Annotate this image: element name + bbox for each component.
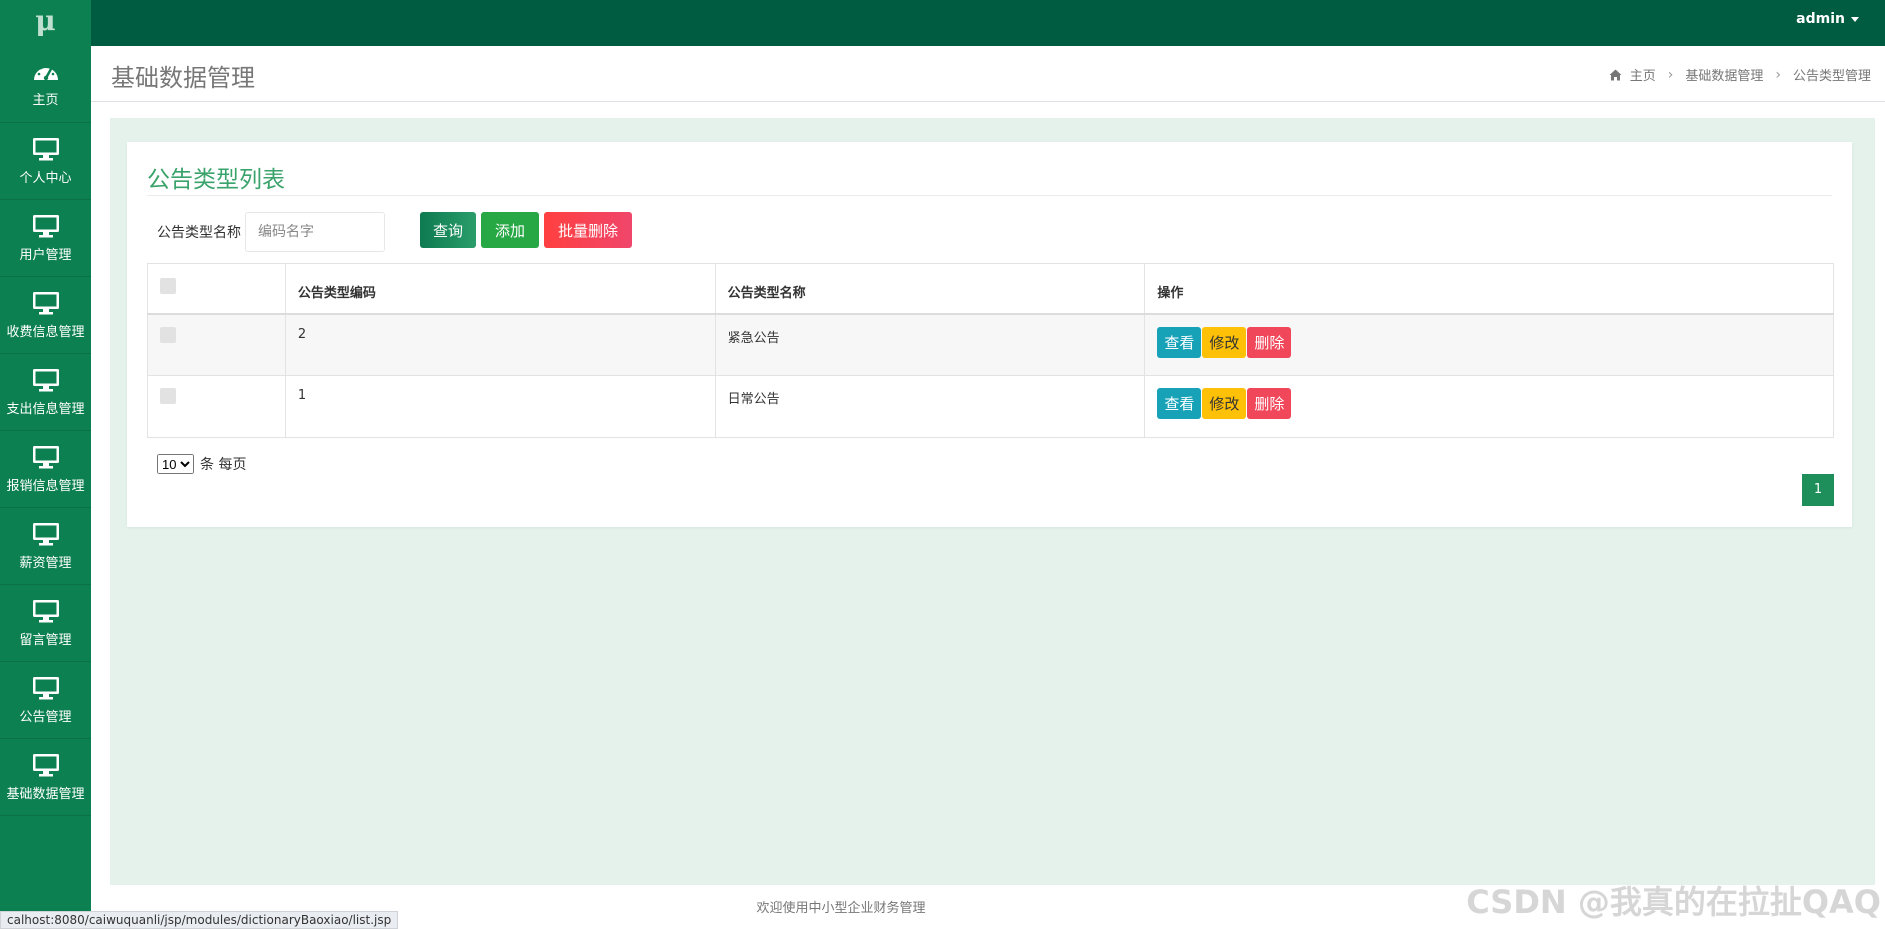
sidebar-item-label: 收费信息管理	[6, 324, 85, 340]
view-button[interactable]: 查看	[1157, 388, 1202, 419]
sidebar-item-label: 基础数据管理	[6, 786, 85, 802]
sidebar-item-messages[interactable]: 留言管理	[0, 585, 91, 662]
cell-code: 1	[284, 375, 716, 438]
chevron-right-icon: ›	[1667, 66, 1674, 83]
breadcrumb-base-data[interactable]: 基础数据管理	[1685, 65, 1763, 84]
sidebar-item-label: 支出信息管理	[6, 401, 85, 417]
view-button[interactable]: 查看	[1157, 326, 1202, 358]
sidebar-item-home[interactable]: 主页	[0, 46, 91, 123]
app-logo[interactable]: μ	[0, 0, 91, 46]
watermark: CSDN @我真的在拉扯QAQ	[1466, 883, 1881, 921]
table-header-row: 公告类型编码 公告类型名称 操作	[147, 263, 1834, 315]
sidebar: 主页 个人中心 用户管理 收费信息管理 支出信息管理 报销信息管理 薪资管理 留…	[0, 46, 91, 929]
sidebar-item-label: 公告管理	[19, 709, 72, 725]
cell-actions: 查看 修改 删除	[1144, 375, 1834, 438]
sidebar-item-charges[interactable]: 收费信息管理	[0, 277, 91, 354]
dashboard-icon	[33, 64, 58, 80]
query-button[interactable]: 查询	[420, 212, 476, 248]
breadcrumb-current: 公告类型管理	[1792, 69, 1871, 84]
pagination-page-1[interactable]: 1	[1802, 474, 1834, 506]
sidebar-item-personal-center[interactable]: 个人中心	[0, 123, 91, 200]
table-row: 1 日常公告 查看 修改 删除	[147, 375, 1834, 438]
monitor-icon	[32, 676, 59, 699]
monitor-icon	[32, 753, 59, 776]
status-bar-url: calhost:8080/caiwuquanli/jsp/modules/dic…	[0, 911, 399, 929]
footer-text: 欢迎使用中小型企业财务管理	[756, 901, 926, 916]
sidebar-item-base-data[interactable]: 基础数据管理	[0, 739, 91, 816]
row-checkbox-cell	[147, 375, 286, 438]
list-card: 公告类型列表 公告类型名称 查询 添加 批量删除 公告类型编码 公告类型名称 操…	[127, 142, 1852, 527]
cell-name: 日常公告	[714, 375, 1146, 438]
page-title: 基础数据管理	[111, 64, 255, 92]
sidebar-item-label: 报销信息管理	[6, 478, 85, 494]
sidebar-item-announcements[interactable]: 公告管理	[0, 662, 91, 739]
sidebar-item-salary[interactable]: 薪资管理	[0, 508, 91, 585]
batch-delete-button[interactable]: 批量删除	[544, 212, 632, 248]
breadcrumb-home[interactable]: 主页	[1630, 65, 1656, 84]
monitor-icon	[32, 445, 59, 468]
delete-button[interactable]: 删除	[1247, 326, 1292, 358]
sidebar-item-label: 个人中心	[19, 170, 72, 186]
column-header-name[interactable]: 公告类型名称	[714, 263, 1146, 315]
breadcrumb: 主页 › 基础数据管理 › 公告类型管理	[1609, 65, 1871, 84]
monitor-icon	[32, 137, 59, 160]
table-row: 2 紧急公告 查看 修改 删除	[147, 313, 1834, 376]
search-label: 公告类型名称	[157, 225, 241, 241]
caret-down-icon	[1851, 16, 1859, 22]
cell-actions: 查看 修改 删除	[1144, 313, 1834, 376]
row-checkbox-cell	[147, 313, 286, 376]
cell-code: 2	[284, 313, 716, 376]
monitor-icon	[32, 291, 59, 314]
sidebar-item-label: 用户管理	[19, 247, 72, 263]
user-menu[interactable]: admin	[1796, 0, 1859, 38]
edit-button[interactable]: 修改	[1202, 326, 1247, 358]
select-all-checkbox[interactable]	[160, 278, 176, 294]
page-size-control: 10 条 每页	[157, 454, 246, 474]
column-header-actions: 操作	[1144, 263, 1834, 315]
row-checkbox[interactable]	[160, 326, 176, 343]
chevron-right-icon: ›	[1775, 66, 1781, 83]
sidebar-item-user-management[interactable]: 用户管理	[0, 200, 91, 277]
monitor-icon	[32, 599, 59, 622]
sidebar-item-expenses[interactable]: 支出信息管理	[0, 354, 91, 431]
add-button[interactable]: 添加	[481, 212, 539, 248]
select-all-cell	[147, 263, 286, 315]
top-navbar: μ admin	[0, 0, 1885, 46]
row-checkbox[interactable]	[160, 388, 176, 404]
sidebar-item-reimbursement[interactable]: 报销信息管理	[0, 431, 91, 508]
card-title: 公告类型列表	[147, 167, 285, 193]
cell-name: 紧急公告	[714, 313, 1146, 376]
divider	[147, 195, 1832, 196]
page-header: 基础数据管理 主页 › 基础数据管理 › 公告类型管理	[91, 46, 1885, 102]
sidebar-item-label: 薪资管理	[19, 555, 72, 571]
monitor-icon	[32, 368, 59, 391]
user-name: admin	[1796, 11, 1845, 27]
delete-button[interactable]: 删除	[1247, 388, 1292, 419]
sidebar-item-label: 留言管理	[19, 632, 72, 648]
edit-button[interactable]: 修改	[1202, 388, 1247, 419]
monitor-icon	[32, 214, 59, 237]
monitor-icon	[32, 522, 59, 545]
page-size-select[interactable]: 10	[157, 454, 194, 474]
column-header-code[interactable]: 公告类型编码	[284, 263, 716, 315]
page-size-suffix: 条 每页	[200, 457, 247, 473]
data-table: 公告类型编码 公告类型名称 操作 2 紧急公告 查看 修改 删除 1 日常公告 …	[147, 263, 1834, 438]
home-icon	[1609, 69, 1622, 80]
search-input[interactable]	[245, 212, 385, 252]
sidebar-item-label: 主页	[32, 92, 59, 108]
